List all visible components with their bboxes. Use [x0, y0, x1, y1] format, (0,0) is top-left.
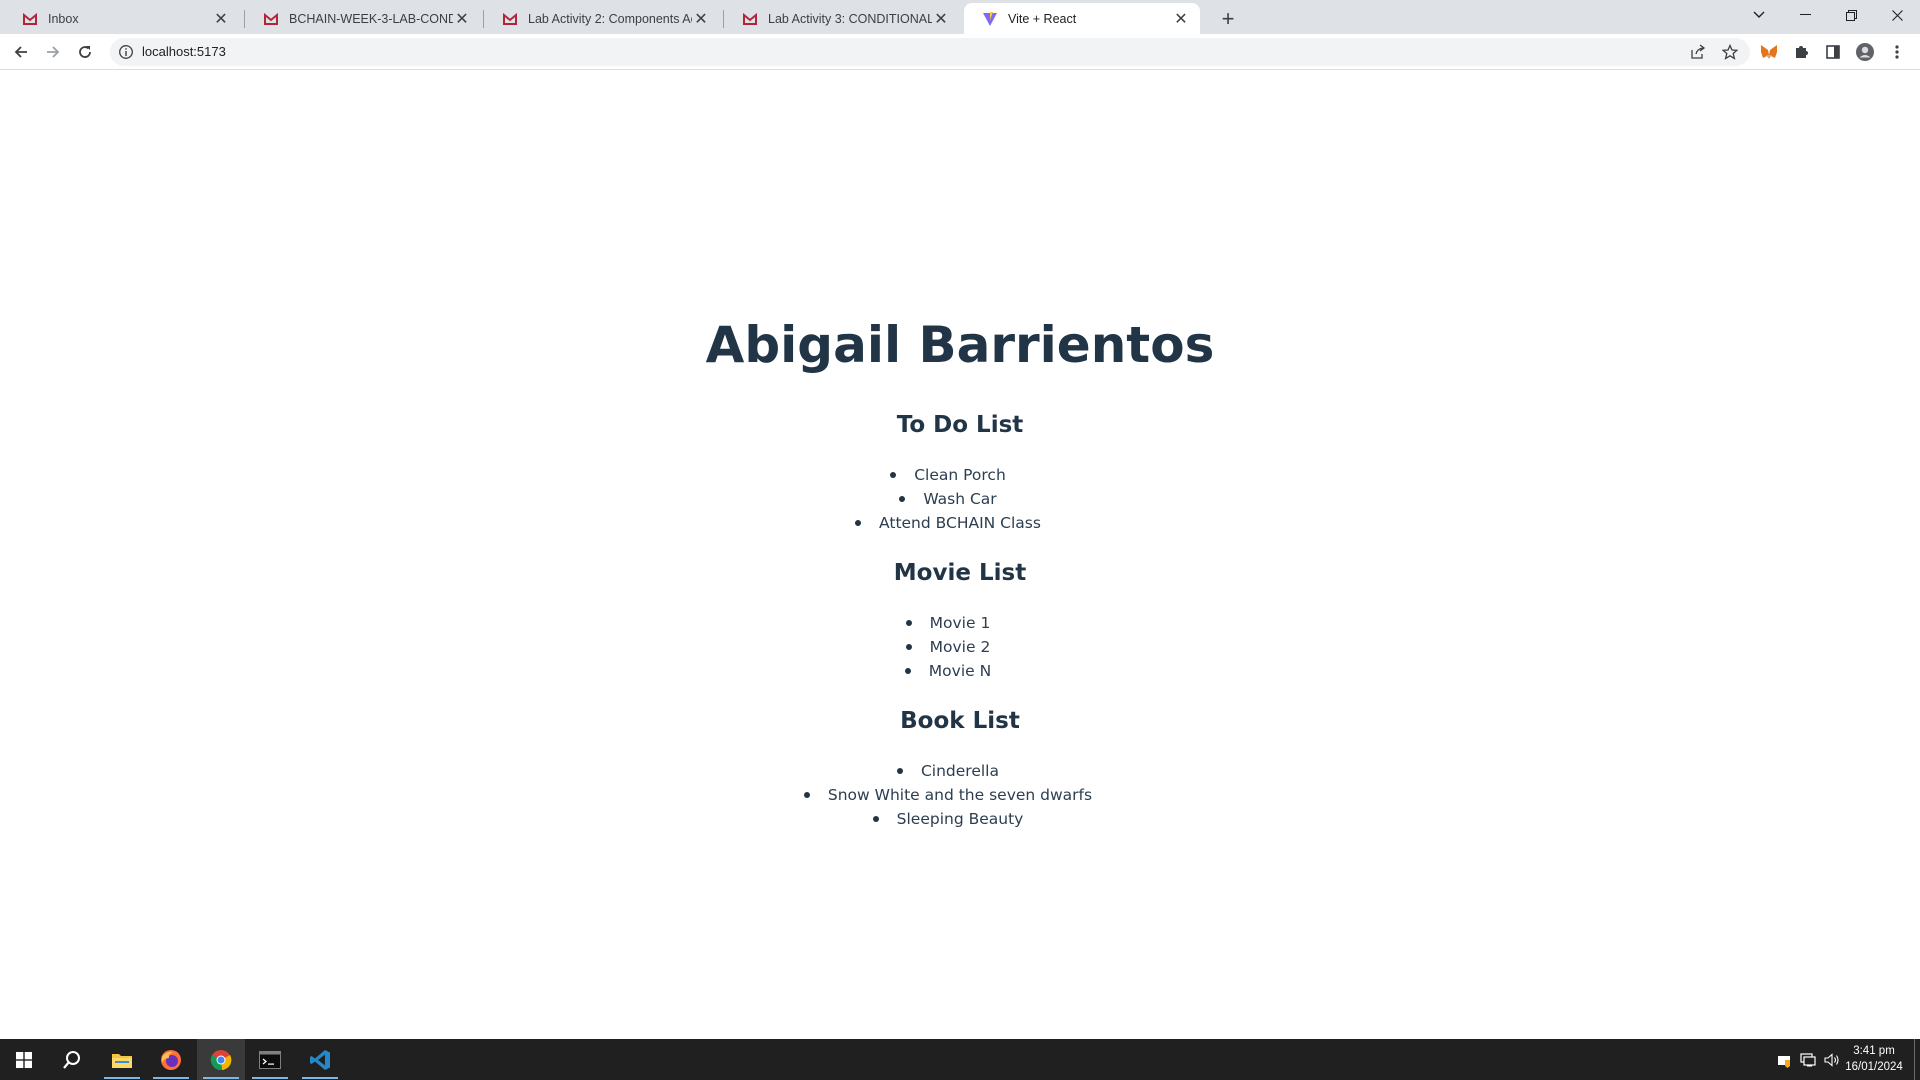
network-shield-icon[interactable] [1774, 1039, 1794, 1080]
book-list: Cinderella Snow White and the seven dwar… [0, 759, 1920, 831]
page-title: Abigail Barrientos [705, 316, 1215, 374]
taskbar-clock[interactable]: 3:41 pm 16/01/2024 [1836, 1043, 1912, 1075]
tab-lab-activity-3[interactable]: Lab Activity 3: CONDITIONAL RE ✕ [724, 3, 960, 34]
bookmark-star-icon[interactable] [1718, 42, 1742, 62]
list-item: Attend BCHAIN Class [0, 511, 1920, 535]
close-icon[interactable]: ✕ [212, 10, 230, 28]
list-item: Movie N [0, 659, 1920, 683]
reload-icon[interactable] [71, 38, 99, 66]
close-icon[interactable]: ✕ [932, 10, 950, 28]
extensions-puzzle-icon[interactable] [1787, 38, 1815, 66]
list-item: Movie 1 [0, 611, 1920, 635]
gmail-favicon-icon [263, 11, 279, 27]
share-icon[interactable] [1686, 42, 1710, 62]
list-item: Snow White and the seven dwarfs [0, 783, 1920, 807]
browser-tab-strip: Inbox ✕ BCHAIN-WEEK-3-LAB-CONDITIO ✕ Lab… [0, 0, 1920, 34]
search-icon[interactable] [48, 1039, 96, 1080]
profile-avatar-icon[interactable] [1851, 38, 1879, 66]
list-item: Wash Car [0, 487, 1920, 511]
section-title-movies: Movie List [893, 560, 1027, 586]
close-window-icon[interactable] [1874, 0, 1920, 30]
file-explorer-icon[interactable] [98, 1039, 146, 1080]
tab-lab-activity-2[interactable]: Lab Activity 2: Components Activ ✕ [484, 3, 720, 34]
clock-time: 3:41 pm [1853, 1045, 1895, 1057]
page-content: Abigail Barrientos To Do List Clean Porc… [0, 71, 1920, 1039]
restore-icon[interactable] [1828, 0, 1874, 30]
gmail-favicon-icon [742, 11, 758, 27]
more-vertical-icon[interactable] [1883, 38, 1911, 66]
back-arrow-icon[interactable] [7, 38, 35, 66]
movie-list: Movie 1 Movie 2 Movie N [0, 611, 1920, 683]
tab-title: BCHAIN-WEEK-3-LAB-CONDITIO [289, 11, 453, 26]
tab-search-chevron-icon[interactable] [1736, 0, 1782, 30]
tab-bchain-week-3[interactable]: BCHAIN-WEEK-3-LAB-CONDITIO ✕ [245, 3, 481, 34]
side-panel-icon[interactable] [1819, 38, 1847, 66]
forward-arrow-icon[interactable] [39, 38, 67, 66]
tab-vite-react[interactable]: Vite + React ✕ [964, 3, 1200, 34]
browser-toolbar: localhost:5173 [0, 34, 1920, 70]
gmail-favicon-icon [22, 11, 38, 27]
network-icon[interactable] [1798, 1039, 1818, 1080]
gmail-favicon-icon [502, 11, 518, 27]
list-item: Movie 2 [0, 635, 1920, 659]
list-item: Sleeping Beauty [0, 807, 1920, 831]
section-title-books: Book List [900, 708, 1020, 734]
show-desktop-button[interactable] [1914, 1039, 1915, 1080]
terminal-icon[interactable] [246, 1039, 294, 1080]
vscode-icon[interactable] [296, 1039, 344, 1080]
section-title-todo: To Do List [896, 412, 1024, 438]
clock-date: 16/01/2024 [1845, 1061, 1903, 1073]
tab-title: Lab Activity 3: CONDITIONAL RE [768, 11, 932, 26]
list-item: Clean Porch [0, 463, 1920, 487]
windows-start-icon[interactable] [0, 1039, 48, 1080]
site-info-icon[interactable] [118, 44, 134, 60]
url-text[interactable]: localhost:5173 [142, 44, 226, 59]
new-tab-button[interactable]: + [1214, 5, 1242, 33]
close-icon[interactable]: ✕ [692, 10, 710, 28]
tab-title: Vite + React [1008, 11, 1077, 26]
close-icon[interactable]: ✕ [1172, 10, 1190, 28]
tab-title: Inbox [48, 11, 79, 26]
address-bar[interactable]: localhost:5173 [110, 38, 1750, 66]
metamask-extension-icon[interactable] [1755, 38, 1783, 66]
minimize-icon[interactable] [1782, 0, 1828, 30]
tab-inbox[interactable]: Inbox ✕ [4, 3, 240, 34]
todo-list: Clean Porch Wash Car Attend BCHAIN Class [0, 463, 1920, 535]
firefox-icon[interactable] [147, 1039, 195, 1080]
chrome-icon[interactable] [197, 1039, 245, 1080]
close-icon[interactable]: ✕ [453, 10, 471, 28]
vite-favicon-icon [982, 11, 998, 27]
windows-taskbar: 3:41 pm 16/01/2024 [0, 1039, 1920, 1080]
list-item: Cinderella [0, 759, 1920, 783]
tab-title: Lab Activity 2: Components Activ [528, 11, 692, 26]
